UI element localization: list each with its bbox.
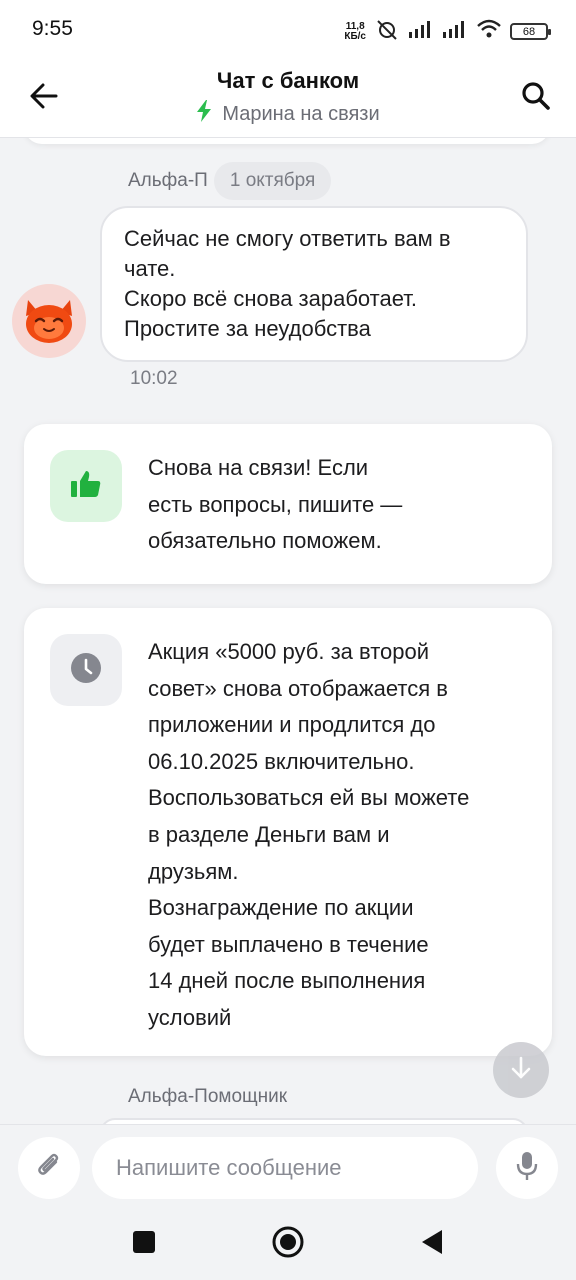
message-sender-row: Альфа-П 1 октября bbox=[128, 162, 332, 200]
clock-icon bbox=[70, 652, 102, 689]
voice-message-button[interactable] bbox=[496, 1137, 558, 1199]
message-composer bbox=[0, 1124, 576, 1208]
battery-icon: 68 bbox=[510, 23, 551, 40]
arrow-down-icon bbox=[510, 1056, 532, 1085]
system-back-button[interactable] bbox=[410, 1222, 454, 1266]
card-text: Акция «5000 руб. за второй совет» снова … bbox=[148, 634, 469, 1037]
search-icon bbox=[521, 81, 551, 116]
card-text-line: условий bbox=[148, 1004, 232, 1030]
card-text-line: приложении и продлится до bbox=[148, 712, 436, 738]
previous-message-card bbox=[24, 138, 550, 144]
card-icon-box bbox=[50, 634, 122, 706]
system-navigation-bar bbox=[0, 1208, 576, 1280]
status-icons: 11,8 КБ/с 68 bbox=[344, 18, 551, 45]
search-button[interactable] bbox=[516, 78, 556, 118]
message-text-line: Простите за неудобства bbox=[124, 316, 371, 341]
recent-apps-button[interactable] bbox=[122, 1222, 166, 1266]
thumbs-up-icon bbox=[69, 469, 103, 504]
square-icon bbox=[132, 1230, 156, 1259]
card-text-line: 06.10.2025 включительно. bbox=[148, 748, 415, 774]
operator-status: Марина на связи bbox=[0, 100, 576, 128]
card-text-line: Акция «5000 руб. за второй bbox=[148, 639, 430, 664]
triangle-back-icon bbox=[420, 1229, 444, 1260]
message-time: 10:02 bbox=[130, 368, 178, 389]
microphone-icon bbox=[516, 1150, 538, 1187]
home-button[interactable] bbox=[266, 1222, 310, 1266]
operator-status-label: Марина на связи bbox=[222, 102, 380, 125]
card-text-line: будет выплачено в течение bbox=[148, 931, 429, 957]
chat-header: Чат с банком Марина на связи bbox=[0, 56, 576, 138]
wifi-icon bbox=[476, 19, 502, 44]
date-separator: 1 октября bbox=[213, 162, 332, 200]
network-speed: 11,8 КБ/с bbox=[344, 20, 366, 42]
home-circle-icon bbox=[271, 1225, 305, 1264]
card-text-line: в разделе Деньги вам и bbox=[148, 821, 390, 847]
lightning-icon bbox=[196, 100, 212, 128]
message-text-line: чате. bbox=[124, 256, 176, 281]
card-text-line: совет» снова отображается в bbox=[148, 675, 448, 701]
signal-icon-2 bbox=[442, 20, 468, 43]
message-bubble[interactable]: Сейчас не смогу ответить вам в чате. Ско… bbox=[100, 206, 528, 362]
paperclip-icon bbox=[34, 1151, 64, 1186]
card-text-line: обязательно поможем. bbox=[148, 528, 382, 554]
card-text-line: Воспользоваться ей вы можете bbox=[148, 785, 470, 811]
card-text-line: друзьям. bbox=[148, 858, 239, 884]
sender-name: Альфа-Помощник bbox=[128, 1086, 288, 1107]
info-card[interactable]: Снова на связи! Если есть вопросы, пишит… bbox=[24, 424, 552, 584]
status-time: 9:55 bbox=[32, 17, 73, 40]
message-text-line: Скоро всё снова заработает. bbox=[124, 286, 418, 311]
attach-button[interactable] bbox=[18, 1137, 80, 1199]
info-card[interactable]: Акция «5000 руб. за второй совет» снова … bbox=[24, 608, 552, 1056]
page-title: Чат с банком bbox=[216, 68, 360, 93]
card-text-line: Снова на связи! Если bbox=[148, 455, 369, 480]
sender-name: Альфа-П bbox=[128, 170, 208, 191]
signal-icon bbox=[408, 20, 434, 43]
alarm-off-icon bbox=[374, 18, 400, 45]
chat-messages[interactable]: Альфа-П 1 октября Сейчас не смогу ответи… bbox=[0, 138, 576, 1124]
message-text-line: Сейчас не смогу ответить вам в bbox=[124, 226, 451, 251]
card-text-line: Вознаграждение по акции bbox=[148, 895, 414, 921]
cat-avatar-icon bbox=[22, 294, 76, 349]
card-text: Снова на связи! Если есть вопросы, пишит… bbox=[148, 450, 402, 560]
card-icon-box bbox=[50, 450, 122, 522]
status-bar: 9:55 11,8 КБ/с 68 bbox=[0, 0, 576, 56]
message-input[interactable] bbox=[92, 1137, 478, 1199]
card-text-line: есть вопросы, пишите — bbox=[148, 491, 403, 517]
avatar[interactable] bbox=[12, 284, 86, 358]
card-text-line: 14 дней после выполнения bbox=[148, 968, 426, 994]
scroll-to-bottom-button[interactable] bbox=[493, 1042, 549, 1098]
